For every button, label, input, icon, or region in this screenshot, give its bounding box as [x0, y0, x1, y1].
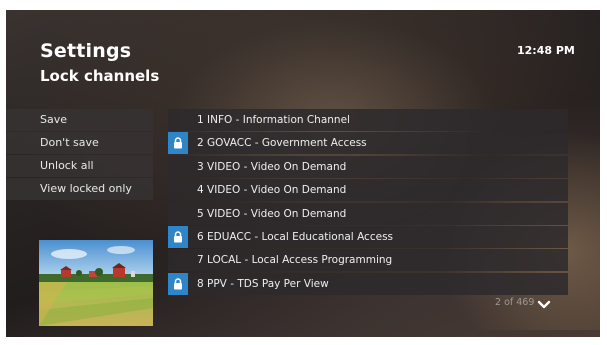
channel-row[interactable]: 7 LOCAL - Local Access Programming — [168, 249, 568, 272]
page-title: Settings — [40, 40, 132, 62]
channel-label: 5 VIDEO - Video On Demand — [197, 207, 347, 220]
page-counter: 2 of 469 — [495, 297, 535, 308]
save-button[interactable]: Save — [6, 109, 153, 131]
channel-row[interactable]: 1 INFO - Information Channel — [168, 109, 568, 131]
lock-toggle[interactable] — [168, 249, 188, 271]
channel-label: 6 EDUACC - Local Educational Access — [197, 230, 394, 243]
options-menu: Save Don't save Unlock all View locked o… — [6, 109, 153, 201]
dont-save-button[interactable]: Don't save — [6, 132, 153, 154]
channel-row[interactable]: 2 GOVACC - Government Access — [168, 132, 568, 155]
channel-label: 2 GOVACC - Government Access — [197, 137, 367, 150]
farm-landscape-image — [39, 240, 153, 326]
lock-toggle[interactable] — [168, 156, 188, 178]
lock-icon — [174, 278, 182, 290]
channel-label: 8 PPV - TDS Pay Per View — [197, 277, 329, 290]
tv-settings-screen: Settings Lock channels 12:48 PM Save Don… — [6, 10, 600, 337]
channel-label: 1 INFO - Information Channel — [197, 114, 350, 126]
view-locked-only-button[interactable]: View locked only — [6, 178, 153, 200]
channel-row[interactable]: 8 PPV - TDS Pay Per View — [168, 272, 568, 295]
channel-label: 7 LOCAL - Local Access Programming — [197, 254, 393, 267]
unlock-all-button[interactable]: Unlock all — [6, 155, 153, 177]
lock-icon — [174, 137, 182, 149]
lock-toggle[interactable] — [168, 272, 188, 295]
preview-thumbnail — [39, 240, 153, 326]
channel-row[interactable]: 6 EDUACC - Local Educational Access — [168, 225, 568, 248]
clock: 12:48 PM — [517, 44, 575, 57]
lock-toggle[interactable] — [168, 179, 188, 201]
lock-toggle[interactable] — [168, 132, 188, 155]
lock-toggle[interactable] — [168, 203, 188, 225]
channel-label: 4 VIDEO - Video On Demand — [197, 184, 347, 197]
channel-row[interactable]: 3 VIDEO - Video On Demand — [168, 155, 568, 178]
lock-toggle[interactable] — [168, 225, 188, 248]
chevron-down-icon — [537, 300, 551, 309]
lock-toggle[interactable] — [168, 109, 188, 131]
channel-row[interactable]: 4 VIDEO - Video On Demand — [168, 179, 568, 202]
scroll-down-button[interactable] — [537, 295, 551, 314]
channel-label: 3 VIDEO - Video On Demand — [197, 160, 347, 173]
channel-list: 1 INFO - Information Channel 2 GOVACC - … — [168, 109, 568, 296]
page-subtitle: Lock channels — [40, 67, 160, 85]
lock-icon — [174, 231, 182, 243]
channel-row[interactable]: 5 VIDEO - Video On Demand — [168, 202, 568, 225]
